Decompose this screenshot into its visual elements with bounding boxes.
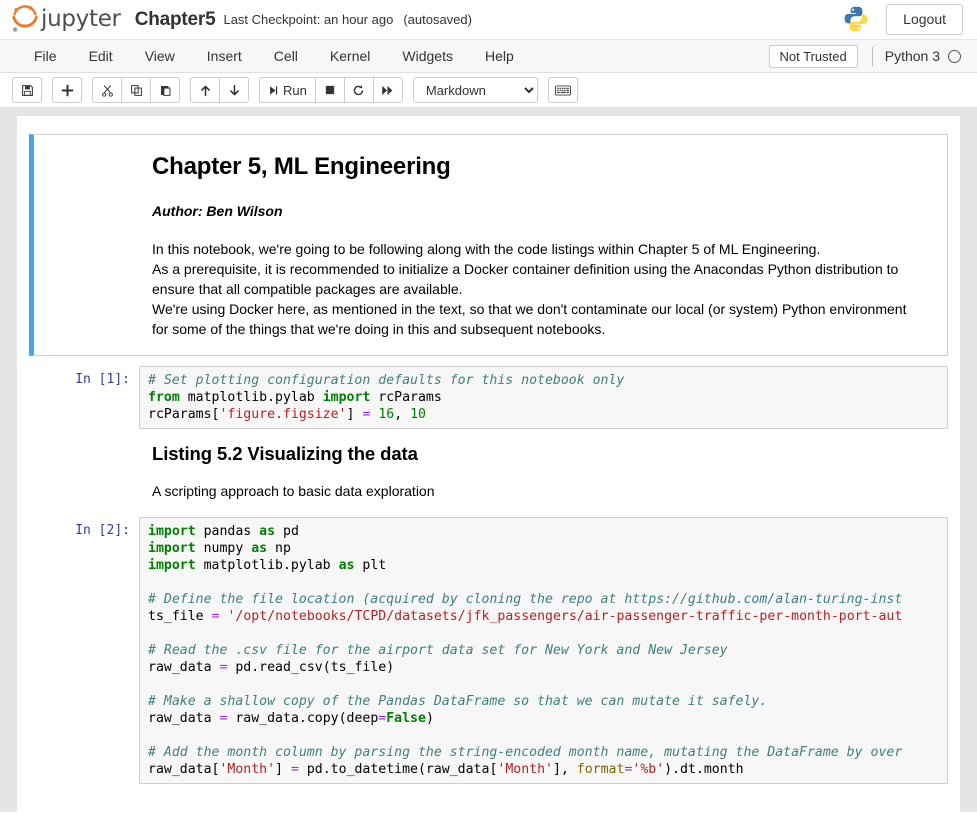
code-cell-2-source: import pandas as pd import numpy as np i… (148, 524, 903, 777)
autosaved-status: (autosaved) (403, 12, 472, 27)
menu-item-insert[interactable]: Insert (191, 40, 258, 72)
markdown-cell-intro[interactable]: Chapter 5, ML Engineering Author: Ben Wi… (29, 134, 948, 356)
copy-icon (130, 84, 142, 96)
run-button-label: Run (283, 82, 307, 98)
code-cell-1-source: # Set plotting configuration defaults fo… (148, 373, 625, 422)
menu-item-widgets[interactable]: Widgets (386, 40, 469, 72)
toolbar-group-run: Run (259, 77, 403, 103)
menu-item-file[interactable]: File (18, 40, 73, 72)
interrupt-kernel-button[interactable] (314, 77, 345, 103)
intro-paragraph-2: As a prerequisite, it is recommended to … (152, 261, 899, 297)
menu-item-kernel[interactable]: Kernel (314, 40, 386, 72)
python-logo-icon (844, 7, 868, 32)
save-icon (21, 84, 33, 96)
paste-button[interactable] (150, 77, 180, 103)
author-label: Author: Ben Wilson (152, 203, 283, 219)
move-cell-up-button[interactable] (190, 77, 220, 103)
code-cell-2-editor[interactable]: import pandas as pd import numpy as np i… (139, 517, 948, 784)
logout-button[interactable]: Logout (886, 4, 963, 35)
plus-icon (61, 84, 73, 96)
notebook-container: Chapter 5, ML Engineering Author: Ben Wi… (17, 116, 960, 812)
jupyter-brand-text: jupyter (41, 6, 121, 32)
menu-item-view[interactable]: View (129, 40, 191, 72)
page-title: Chapter 5, ML Engineering (152, 153, 451, 180)
last-checkpoint-label: Last Checkpoint: an hour ago (223, 12, 394, 27)
toolbar-group-move (190, 77, 249, 103)
menu-item-help[interactable]: Help (469, 40, 530, 72)
code-cell-2[interactable]: In [2]: import pandas as pd import numpy… (29, 507, 948, 784)
kernel-name-label: Python 3 (884, 48, 940, 64)
notebook-name[interactable]: Chapter5 (135, 9, 216, 31)
code-cell-1-editor[interactable]: # Set plotting configuration defaults fo… (139, 366, 948, 429)
menu-item-edit[interactable]: Edit (73, 40, 129, 72)
code-cell-2-prompt: In [2]: (75, 523, 130, 538)
arrow-down-icon (229, 84, 239, 95)
command-palette-button[interactable] (547, 77, 578, 103)
copy-button[interactable] (121, 77, 151, 103)
restart-kernel-button[interactable] (343, 77, 374, 103)
paste-icon (160, 85, 170, 96)
notebook-toolbar: Run Markdown (0, 73, 977, 108)
menu-item-cell[interactable]: Cell (258, 40, 314, 72)
stop-square-icon (325, 85, 334, 95)
kernel-idle-indicator-icon (948, 49, 961, 63)
run-step-icon (270, 85, 278, 95)
code-cell-1[interactable]: In [1]: # Set plotting configuration def… (29, 356, 948, 429)
toolbar-group-clipboard (92, 77, 180, 103)
fast-forward-icon (382, 85, 393, 95)
code-cell-1-prompt: In [1]: (75, 372, 130, 387)
markdown-cell-listing[interactable]: Listing 5.2 Visualizing the data A scrip… (29, 429, 948, 507)
markdown-cell-listing-body: Listing 5.2 Visualizing the data A scrip… (29, 443, 936, 499)
intro-paragraph-1: In this notebook, we're going to be foll… (152, 241, 821, 257)
restart-and-run-all-button[interactable] (372, 77, 403, 103)
run-cell-button[interactable]: Run (259, 77, 316, 103)
trust-status-badge[interactable]: Not Trusted (768, 44, 858, 68)
toolbar-group-insert (52, 77, 82, 103)
notebook-scroll-area[interactable]: Chapter 5, ML Engineering Author: Ben Wi… (0, 108, 977, 812)
markdown-cell-intro-body: Chapter 5, ML Engineering Author: Ben Wi… (34, 153, 935, 339)
menubar-divider (871, 46, 873, 66)
restart-circular-arrow-icon (354, 84, 364, 95)
keyboard-icon (554, 84, 571, 96)
insert-cell-below-button[interactable] (52, 77, 82, 103)
cell-type-select[interactable]: Markdown (412, 77, 538, 103)
toolbar-group-keyboard (547, 77, 578, 103)
move-cell-down-button[interactable] (219, 77, 249, 103)
listing-subtitle: A scripting approach to basic data explo… (152, 483, 435, 499)
save-button[interactable] (12, 77, 42, 103)
scissors-icon (101, 84, 113, 97)
jupyter-logo-link[interactable]: jupyter (10, 4, 121, 35)
intro-paragraph-3: We're using Docker here, as mentioned in… (152, 301, 907, 337)
toolbar-group-save (12, 77, 42, 103)
menubar-status-group: Not Trusted Python 3 (768, 40, 977, 72)
jupyter-logo-icon (12, 4, 38, 32)
listing-heading: Listing 5.2 Visualizing the data (152, 443, 418, 464)
arrow-up-icon (200, 85, 210, 96)
header-right-group: Logout (842, 4, 963, 35)
notebook-header: jupyter Chapter5 Last Checkpoint: an hou… (0, 0, 977, 40)
menu-bar: File Edit View Insert Cell Kernel Widget… (0, 40, 977, 73)
cut-button[interactable] (92, 77, 122, 103)
